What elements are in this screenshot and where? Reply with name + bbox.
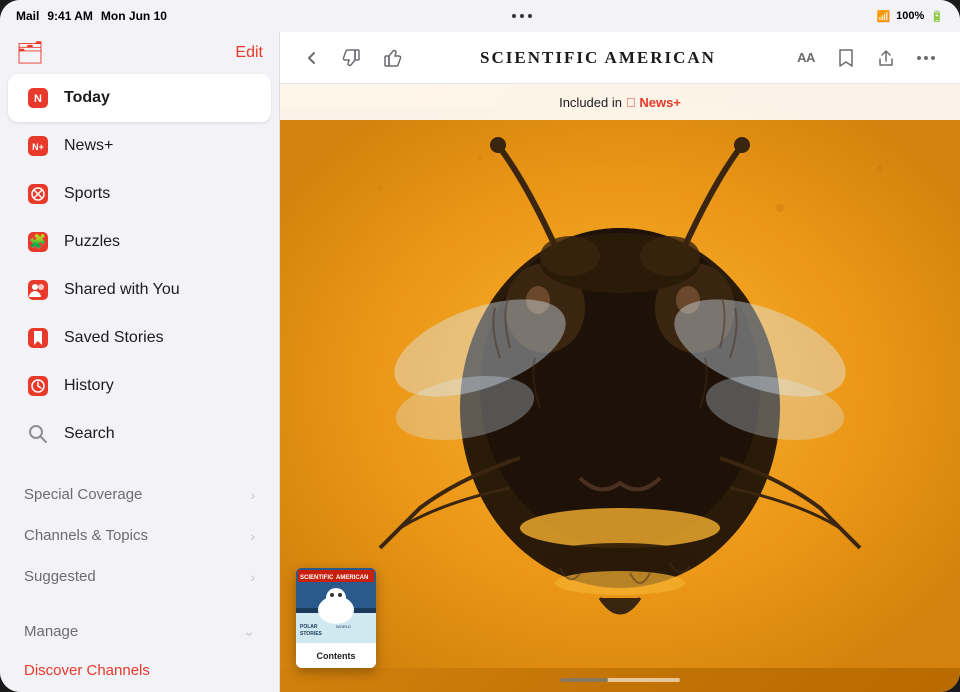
wifi-icon: 📶: [876, 10, 890, 23]
svg-text:STORIES: STORIES: [300, 631, 323, 637]
dot-2: [520, 14, 524, 18]
history-icon: [24, 372, 52, 400]
svg-text:WORLD: WORLD: [336, 624, 351, 629]
special-coverage-row[interactable]: Special Coverage ›: [8, 474, 271, 515]
shared-label: Shared with You: [64, 281, 180, 299]
svg-text:AMERICAN: AMERICAN: [336, 575, 368, 581]
sidebar-item-today[interactable]: N Today: [8, 74, 271, 122]
special-coverage-label: Special Coverage: [24, 486, 142, 503]
svg-text:N: N: [34, 93, 42, 105]
channels-topics-row[interactable]: Channels & Topics ›: [8, 515, 271, 556]
header-left: [296, 42, 408, 74]
sports-icon: [24, 180, 52, 208]
chevron-right-icon-3: ›: [250, 569, 255, 585]
article-content: Included in  News+: [280, 84, 960, 692]
back-button[interactable]: [296, 42, 328, 74]
sidebar-nav: N Today N+ News+: [0, 70, 279, 462]
header-right: AA: [788, 40, 944, 76]
app-name: Mail: [16, 9, 39, 23]
thumbnail-image: SCIENTIFIC AMERICAN POLAR STORIES: [296, 568, 376, 643]
svg-text:N+: N+: [32, 142, 44, 152]
edit-button[interactable]: Edit: [235, 44, 263, 62]
news-plus-banner: Included in  News+: [280, 84, 960, 120]
thumbnail-label: Contents: [296, 643, 376, 668]
search-icon: [24, 420, 52, 448]
content-area: SCIENTIFIC AMERICAN AA: [280, 32, 960, 692]
puzzles-icon: 🧩: [24, 228, 52, 256]
suggested-label: Suggested: [24, 568, 96, 585]
date: Mon Jun 10: [101, 9, 167, 23]
sidebar: 🗂 Edit N Today: [0, 32, 280, 692]
sidebar-item-newsplus[interactable]: N+ News+: [8, 122, 271, 170]
device-frame: Mail 9:41 AM Mon Jun 10 📶 100% 🔋 🗂 Edit: [0, 0, 960, 692]
dot-1: [512, 14, 516, 18]
battery-text: 100%: [896, 10, 924, 22]
chevron-down-icon: ⌄: [243, 623, 255, 640]
like-button[interactable]: [376, 42, 408, 74]
status-bar: Mail 9:41 AM Mon Jun 10 📶 100% 🔋: [0, 0, 960, 32]
manage-links: Discover Channels Notifications & Email …: [0, 650, 279, 692]
sidebar-item-puzzles[interactable]: 🧩 Puzzles: [8, 218, 271, 266]
bookmark-button[interactable]: [828, 40, 864, 76]
bee-illustration: [280, 84, 960, 692]
status-dots: [512, 14, 532, 18]
article-title: SCIENTIFIC AMERICAN: [480, 48, 716, 68]
news-plus-text: Included in: [559, 95, 622, 110]
search-label: Search: [64, 425, 115, 443]
page-indicator: [560, 678, 680, 682]
sidebar-header: 🗂 Edit: [0, 32, 279, 70]
folder-icon: 🗂: [16, 40, 44, 66]
shared-icon: [24, 276, 52, 304]
puzzles-label: Puzzles: [64, 233, 120, 251]
chevron-right-icon: ›: [250, 487, 255, 503]
svg-text:SCIENTIFIC: SCIENTIFIC: [300, 575, 334, 581]
today-label: Today: [64, 89, 110, 107]
saved-label: Saved Stories: [64, 329, 164, 347]
share-button[interactable]: [868, 40, 904, 76]
sidebar-item-history[interactable]: History: [8, 362, 271, 410]
saved-icon: [24, 324, 52, 352]
manage-header[interactable]: Manage ⌄: [8, 613, 271, 650]
newsplus-label: News+: [64, 137, 113, 155]
status-right: 📶 100% 🔋: [876, 10, 944, 23]
newsplus-icon: N+: [24, 132, 52, 160]
news-plus-logo:  News+: [626, 95, 681, 110]
dot-3: [528, 14, 532, 18]
manage-label: Manage: [24, 623, 78, 640]
sidebar-item-saved[interactable]: Saved Stories: [8, 314, 271, 362]
svg-text:🧩: 🧩: [29, 233, 46, 250]
time: 9:41 AM: [47, 9, 93, 23]
sidebar-item-sports[interactable]: Sports: [8, 170, 271, 218]
font-size-button[interactable]: AA: [788, 40, 824, 76]
battery-icon: 🔋: [930, 10, 944, 23]
today-icon: N: [24, 84, 52, 112]
chevron-right-icon-2: ›: [250, 528, 255, 544]
discover-channels-link[interactable]: Discover Channels: [0, 652, 279, 689]
sidebar-item-search[interactable]: Search: [8, 410, 271, 458]
history-label: History: [64, 377, 114, 395]
status-left: Mail 9:41 AM Mon Jun 10: [16, 9, 167, 23]
more-button[interactable]: [908, 40, 944, 76]
article-header: SCIENTIFIC AMERICAN AA: [280, 32, 960, 84]
suggested-row[interactable]: Suggested ›: [8, 556, 271, 597]
main-layout: 🗂 Edit N Today: [0, 32, 960, 692]
article-image: Included in  News+: [280, 84, 960, 692]
thumbnail-overlay[interactable]: SCIENTIFIC AMERICAN POLAR STORIES: [296, 568, 376, 668]
channels-topics-label: Channels & Topics: [24, 527, 148, 544]
svg-text:POLAR: POLAR: [300, 624, 318, 630]
sidebar-item-shared[interactable]: Shared with You: [8, 266, 271, 314]
sports-label: Sports: [64, 185, 110, 203]
dislike-button[interactable]: [336, 42, 368, 74]
manage-section: Manage ⌄ Discover Channels Notifications…: [0, 609, 279, 692]
page-indicator-fill: [560, 678, 608, 682]
